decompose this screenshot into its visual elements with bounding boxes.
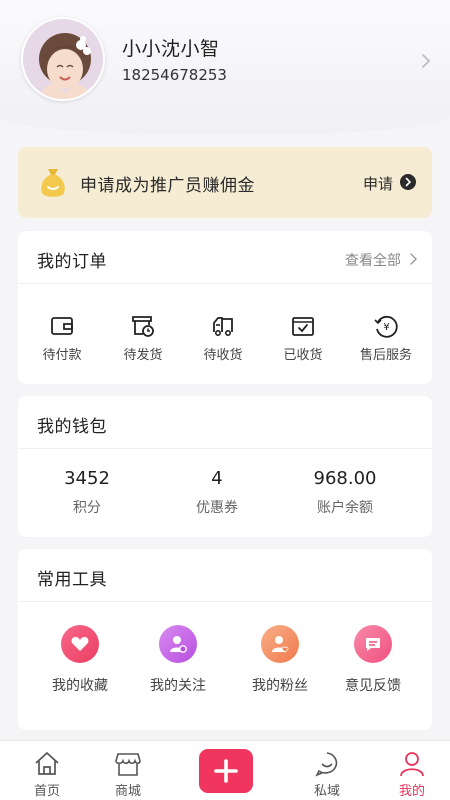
avatar[interactable]	[21, 17, 105, 101]
order-label: 待收货	[203, 348, 243, 363]
order-pending-payment[interactable]: 待付款	[22, 313, 102, 365]
orders-card: 我的订单 查看全部 待付款 待发货 待收货 已收货 ¥ 售后服务	[18, 231, 432, 384]
tool-label: 我的关注	[150, 678, 206, 694]
tool-label: 意见反馈	[345, 678, 401, 694]
order-label: 售后服务	[359, 348, 412, 363]
wallet-label: 账户余额	[317, 500, 373, 516]
promoter-banner[interactable]: 申请成为推广员赚佣金 申请	[18, 147, 432, 218]
tool-fans[interactable]: 我的粉丝	[232, 625, 328, 695]
order-label: 待发货	[123, 348, 163, 363]
smile-bubble-icon	[315, 752, 338, 777]
user-heart-icon	[261, 625, 299, 663]
tool-following[interactable]: 我的关注	[130, 625, 226, 695]
wallet-label: 积分	[73, 500, 101, 516]
order-after-sales[interactable]: ¥ 售后服务	[346, 313, 426, 365]
create-button[interactable]	[199, 749, 253, 793]
wallet-card: 我的钱包 3452 积分 4 优惠券 968.00 账户余额	[18, 396, 432, 537]
tools-title: 常用工具	[37, 570, 107, 590]
chat-bubble-icon	[354, 625, 392, 663]
tab-mine[interactable]: 我的	[377, 747, 447, 799]
wallet-title: 我的钱包	[37, 417, 107, 437]
divider	[18, 283, 432, 284]
wallet-value: 3452	[64, 468, 110, 489]
divider	[18, 601, 432, 602]
tab-private-domain[interactable]: 私域	[292, 747, 362, 799]
tab-label: 私域	[313, 784, 340, 799]
tools-card: 常用工具 我的收藏 我的关注 我的粉丝 意见反馈	[18, 549, 432, 730]
tool-label: 我的粉丝	[252, 678, 308, 694]
wallet-label: 优惠券	[196, 500, 238, 516]
order-pending-shipment[interactable]: 待发货	[103, 313, 183, 365]
chevron-right-icon[interactable]	[418, 51, 434, 71]
apply-link[interactable]: 申请	[363, 173, 393, 194]
divider	[18, 448, 432, 449]
user-name: 小小沈小智	[122, 38, 220, 60]
svg-text:¥: ¥	[383, 322, 389, 333]
order-label: 已收货	[283, 348, 323, 363]
shop-icon	[115, 753, 141, 776]
tab-label: 首页	[33, 784, 60, 799]
wallet-value: 968.00	[313, 468, 377, 489]
tab-label: 商城	[114, 784, 141, 799]
orders-title: 我的订单	[37, 252, 107, 272]
user-phone: 18254678253	[122, 66, 227, 84]
user-icon	[400, 752, 424, 777]
tool-favorites[interactable]: 我的收藏	[32, 625, 128, 695]
plus-icon	[214, 759, 238, 783]
user-follow-icon	[159, 625, 197, 663]
view-all-link[interactable]: 查看全部	[345, 250, 401, 270]
heart-icon	[61, 625, 99, 663]
tab-label: 我的	[398, 784, 425, 799]
chevron-right-icon[interactable]	[408, 252, 418, 266]
bottom-tabbar: 首页 商城 私域 我的	[0, 740, 450, 800]
order-pending-receipt[interactable]: 待收货	[183, 313, 263, 365]
tab-shop[interactable]: 商城	[93, 747, 163, 799]
yuan-refund-icon: ¥	[374, 315, 398, 338]
tool-feedback[interactable]: 意见反馈	[325, 625, 421, 695]
money-bag-icon	[41, 169, 65, 197]
truck-icon	[213, 317, 233, 336]
tab-home[interactable]: 首页	[12, 747, 82, 799]
wallet-balance[interactable]: 968.00 账户余额	[276, 468, 414, 517]
arrow-circle-icon[interactable]	[400, 174, 416, 190]
wallet-points[interactable]: 3452 积分	[18, 468, 156, 517]
profile-header[interactable]: 小小沈小智 18254678253	[0, 0, 450, 135]
order-received[interactable]: 已收货	[263, 313, 343, 365]
package-clock-icon	[132, 316, 154, 337]
promo-text: 申请成为推广员赚佣金	[80, 176, 255, 196]
tool-label: 我的收藏	[52, 678, 108, 694]
wallet-icon	[51, 317, 73, 335]
wallet-value: 4	[211, 468, 223, 489]
order-label: 待付款	[42, 348, 82, 363]
avatar-image	[23, 19, 103, 99]
box-check-icon	[292, 317, 314, 336]
wallet-coupons[interactable]: 4 优惠券	[148, 468, 286, 517]
home-icon	[35, 751, 59, 775]
